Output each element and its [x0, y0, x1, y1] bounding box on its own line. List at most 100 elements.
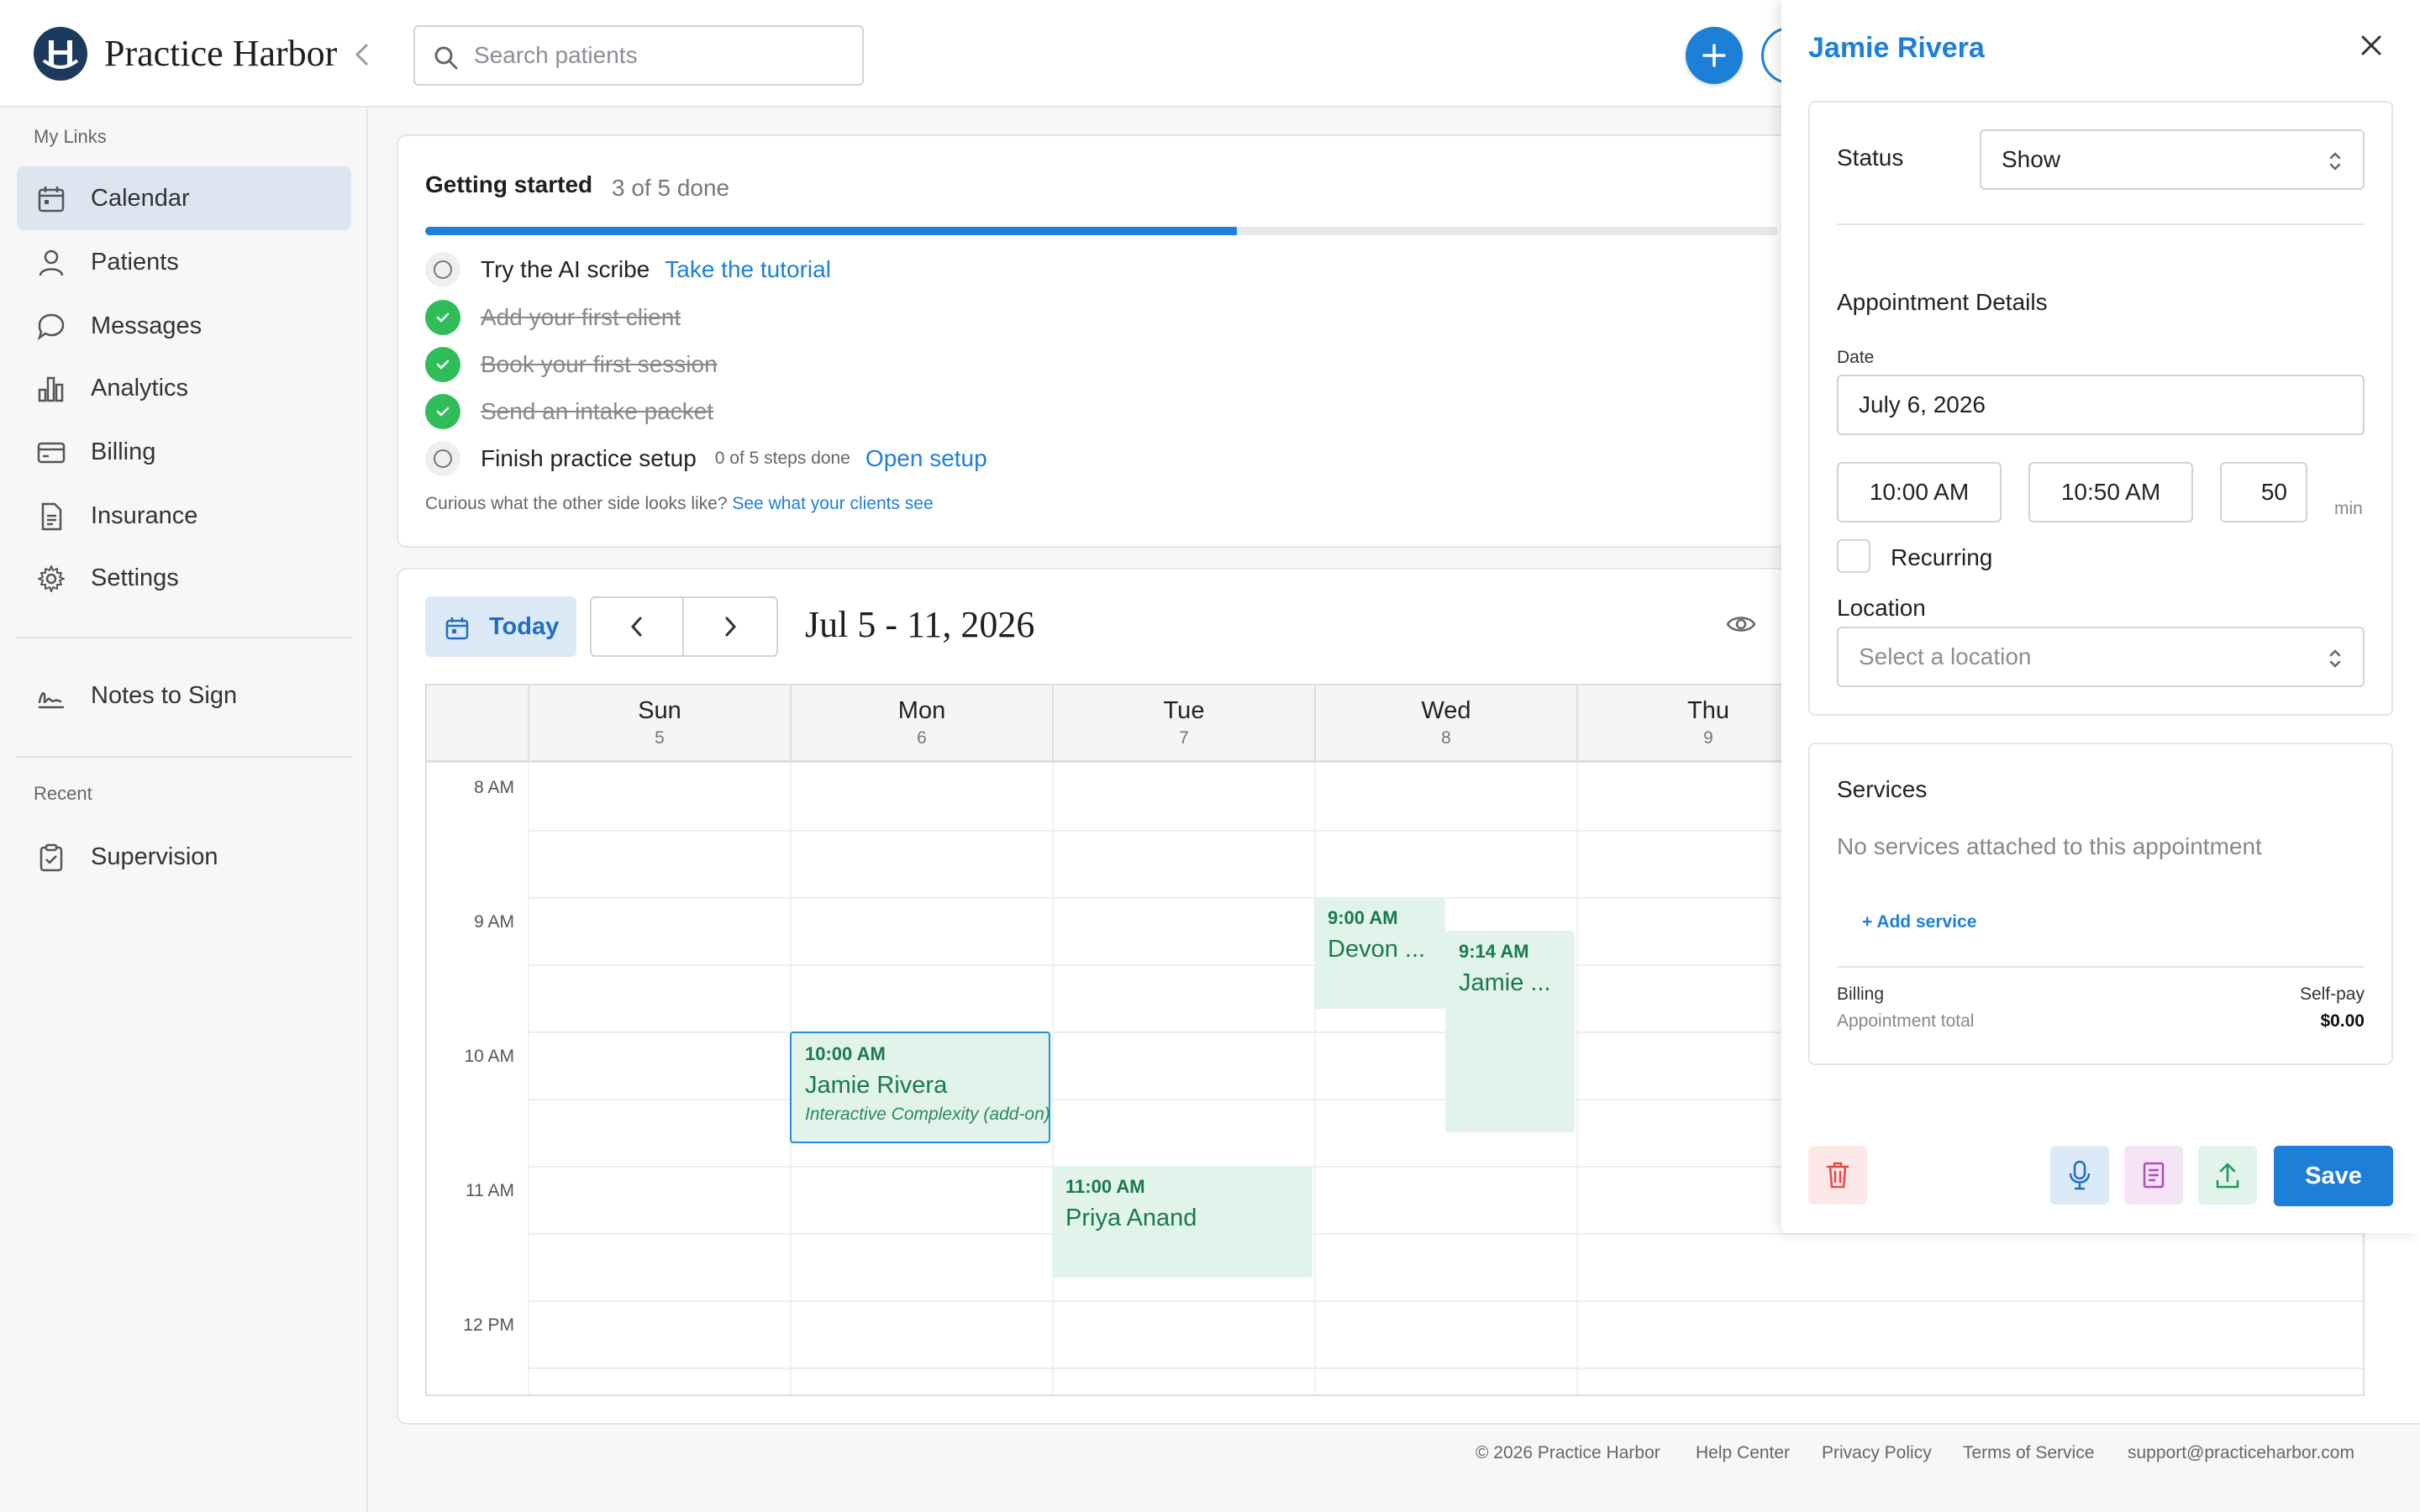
- close-icon: [2361, 35, 2381, 55]
- sidebar-item-analytics[interactable]: Analytics: [17, 356, 351, 420]
- week-range-title: Jul 5 - 11, 2026: [805, 604, 1035, 645]
- signature-icon: [38, 692, 65, 709]
- step-label: Send an intake packet: [481, 398, 714, 424]
- time-label: 11 AM: [466, 1181, 514, 1200]
- drawer-title[interactable]: Jamie Rivera: [1808, 32, 1985, 65]
- sidebar-item-billing[interactable]: Billing: [17, 420, 351, 484]
- upload-icon: [2216, 1163, 2239, 1189]
- sidebar-item-insurance[interactable]: Insurance: [17, 484, 351, 548]
- check-icon: [425, 347, 460, 382]
- hint-text: Curious what the other side looks like?: [425, 494, 728, 513]
- sidebar-item-messages[interactable]: Messages: [17, 294, 351, 358]
- sidebar-item-label: Insurance: [91, 501, 198, 529]
- billing-value: Self-pay: [2299, 984, 2365, 1004]
- step-label: Try the AI scribe: [481, 256, 650, 282]
- day-name: Wed: [1421, 697, 1471, 724]
- copyright: © 2026 Practice Harbor: [1476, 1443, 1660, 1462]
- today-button[interactable]: Today: [425, 596, 576, 657]
- add-button[interactable]: [1686, 27, 1743, 84]
- step-label: Add your first client: [481, 304, 681, 330]
- collapse-sidebar-button[interactable]: [351, 42, 373, 67]
- client-view-hint: Curious what the other side looks like? …: [425, 494, 934, 514]
- circle-icon[interactable]: [425, 252, 460, 287]
- terms-link[interactable]: Terms of Service: [1963, 1443, 2094, 1463]
- location-select[interactable]: Select a location: [1837, 627, 2365, 687]
- sidebar-item-label: Settings: [91, 564, 179, 591]
- status-select[interactable]: Show: [1980, 129, 2365, 190]
- sidebar-item-label: Analytics: [91, 374, 189, 402]
- appointment-patient: Jamie Rivera: [805, 1072, 948, 1099]
- time-label: 12 PM: [463, 1315, 514, 1335]
- bar-chart-icon: [38, 376, 64, 402]
- sidebar-item-supervision[interactable]: Supervision: [17, 825, 351, 889]
- sidebar-item-label: Billing: [91, 438, 156, 465]
- grid-half-hour-line: [528, 1368, 2363, 1369]
- see-client-view-link[interactable]: See what your clients see: [732, 494, 933, 513]
- sidebar-item-calendar[interactable]: Calendar: [17, 166, 351, 230]
- previous-week-button[interactable]: [590, 596, 684, 657]
- step-book-session: Book your first session: [425, 346, 718, 383]
- sidebar-item-patients[interactable]: Patients: [17, 230, 351, 294]
- add-service-link[interactable]: + Add service: [1862, 912, 1976, 932]
- duration-value: 50: [2260, 479, 2287, 505]
- appointment-patient: Priya Anand: [1065, 1205, 1197, 1231]
- duration-unit: min: [2334, 499, 2363, 518]
- start-time-field[interactable]: 10:00 AM: [1837, 462, 2002, 522]
- date-field[interactable]: July 6, 2026: [1837, 375, 2365, 435]
- time-label: 10 AM: [464, 1047, 514, 1066]
- appointment-block[interactable]: 10:00 AM Jamie Rivera Interactive Complexi…: [790, 1032, 1050, 1143]
- check-icon: [425, 394, 460, 429]
- recurring-checkbox[interactable]: [1837, 539, 1870, 573]
- end-time-field[interactable]: 10:50 AM: [2028, 462, 2193, 522]
- privacy-policy-link[interactable]: Privacy Policy: [1822, 1443, 1932, 1463]
- day-name: Tue: [1163, 697, 1205, 724]
- search-box[interactable]: [413, 25, 864, 86]
- appointment-block[interactable]: 9:00 AM Devon ...: [1314, 897, 1445, 1009]
- day-header-mon: Mon 6: [790, 685, 1052, 763]
- record-button[interactable]: [2050, 1146, 2109, 1205]
- chevron-left-icon: [630, 617, 642, 637]
- date-label: Date: [1837, 348, 1875, 367]
- appointment-time: 9:00 AM: [1328, 907, 1398, 928]
- sidebar-item-label: Supervision: [91, 843, 218, 870]
- save-button[interactable]: Save: [2274, 1146, 2393, 1206]
- my-links-heading: My Links: [34, 126, 107, 147]
- circle-icon[interactable]: [425, 441, 460, 476]
- support-email-link[interactable]: support@practiceharbor.com: [2128, 1443, 2354, 1463]
- appointment-block[interactable]: 11:00 AM Priya Anand: [1052, 1166, 1313, 1278]
- help-center-link[interactable]: Help Center: [1696, 1443, 1790, 1463]
- eye-icon: [1726, 617, 1756, 632]
- search-input[interactable]: [474, 27, 844, 84]
- day-header-tue: Tue 7: [1052, 685, 1314, 763]
- brand-logo[interactable]: [34, 27, 87, 81]
- total-label: Appointment total: [1837, 1011, 1975, 1031]
- open-setup-link[interactable]: Open setup: [865, 445, 987, 472]
- appointment-block[interactable]: 9:14 AM Jamie ...: [1445, 931, 1575, 1132]
- sidebar-item-label: Calendar: [91, 184, 190, 212]
- upload-button[interactable]: [2198, 1146, 2257, 1205]
- duration-field[interactable]: 50: [2220, 462, 2307, 522]
- divider: [1837, 966, 2365, 968]
- step-ai-scribe: Try the AI scribe Take the tutorial: [425, 251, 831, 288]
- note-icon: [2143, 1162, 2165, 1189]
- appointment-service: Interactive Complexity (add-on): [805, 1105, 1050, 1124]
- day-name: Sun: [638, 697, 681, 724]
- step-label: Book your first session: [481, 351, 718, 377]
- appointment-time: 10:00 AM: [805, 1043, 886, 1064]
- sidebar-item-settings[interactable]: Settings: [17, 546, 351, 610]
- brand-name: Practice Harbor: [104, 33, 338, 74]
- sidebar-item-notes-to-sign[interactable]: Notes to Sign: [17, 664, 351, 727]
- getting-started-title: Getting started: [425, 171, 593, 197]
- visibility-toggle[interactable]: [1726, 613, 1756, 635]
- chevron-right-icon: [725, 617, 737, 637]
- appointment-time: 9:14 AM: [1459, 941, 1529, 962]
- chat-icon: [37, 313, 65, 341]
- appointment-details-heading: Appointment Details: [1837, 289, 2048, 315]
- delete-button[interactable]: [1808, 1146, 1867, 1205]
- close-button[interactable]: [2360, 34, 2383, 57]
- next-week-button[interactable]: [684, 596, 778, 657]
- notes-button[interactable]: [2124, 1146, 2183, 1205]
- take-tutorial-link[interactable]: Take the tutorial: [665, 256, 831, 283]
- chevron-left-icon: [355, 44, 368, 66]
- gear-icon: [38, 565, 65, 592]
